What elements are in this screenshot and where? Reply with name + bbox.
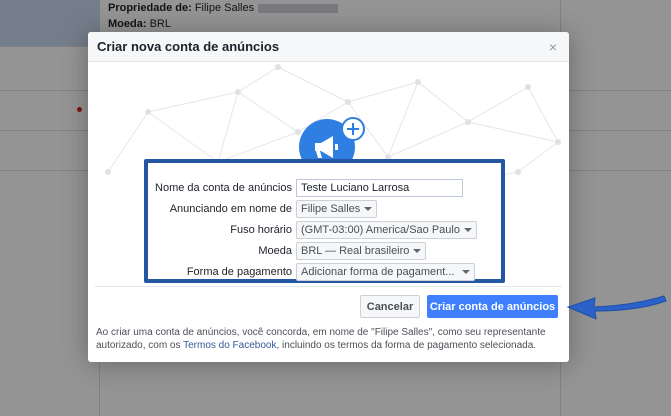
payment-method-label: Forma de pagamento: [186, 265, 292, 278]
payment-method-select[interactable]: Adicionar forma de pagament...: [296, 262, 476, 281]
create-ad-account-button[interactable]: Criar conta de anúncios: [427, 295, 558, 318]
facebook-terms-link[interactable]: Termos do Facebook: [183, 340, 276, 351]
account-name-row: Nome da conta de anúncios: [148, 177, 501, 198]
terms-text-after: , incluindo os termos da forma de pagame…: [276, 340, 537, 351]
advertising-on-behalf-row: Anunciando em nome de Filipe Salles: [148, 198, 501, 219]
ad-account-form: Nome da conta de anúncios Anunciando em …: [144, 159, 505, 283]
timezone-value: (GMT-03:00) America/Sao Paulo: [301, 223, 460, 236]
payment-method-row: Forma de pagamento Adicionar forma de pa…: [148, 261, 501, 282]
terms-notice: Ao criar uma conta de anúncios, você con…: [96, 326, 556, 352]
advertising-on-behalf-select[interactable]: Filipe Salles: [296, 199, 378, 218]
footer-divider: [95, 286, 562, 287]
account-name-input[interactable]: [296, 178, 463, 197]
chevron-down-icon: [462, 269, 471, 274]
currency-select[interactable]: BRL — Real brasileiro: [296, 241, 427, 260]
chevron-down-icon: [364, 206, 373, 211]
currency-row: Moeda BRL — Real brasileiro: [148, 240, 501, 261]
dialog-header: Criar nova conta de anúncios ×: [88, 32, 569, 62]
timezone-row: Fuso horário (GMT-03:00) America/Sao Pau…: [148, 219, 501, 240]
currency-value: BRL — Real brasileiro: [301, 244, 410, 257]
create-ad-account-dialog: Criar nova conta de anúncios × Nome da c…: [88, 32, 569, 362]
timezone-label: Fuso horário: [230, 223, 292, 236]
currency-label: Moeda: [258, 244, 292, 257]
cancel-button[interactable]: Cancelar: [360, 295, 420, 318]
account-name-label: Nome da conta de anúncios: [155, 181, 292, 194]
arrow-annotation-icon: [566, 295, 667, 320]
payment-method-value: Adicionar forma de pagament...: [301, 265, 455, 278]
chevron-down-icon: [413, 248, 422, 253]
close-icon[interactable]: ×: [549, 40, 557, 54]
advertising-on-behalf-value: Filipe Salles: [301, 202, 361, 215]
chevron-down-icon: [463, 227, 472, 232]
dialog-title: Criar nova conta de anúncios: [97, 39, 280, 54]
advertising-on-behalf-label: Anunciando em nome de: [169, 202, 292, 215]
plus-icon: [341, 117, 365, 141]
timezone-select[interactable]: (GMT-03:00) America/Sao Paulo: [296, 220, 477, 239]
